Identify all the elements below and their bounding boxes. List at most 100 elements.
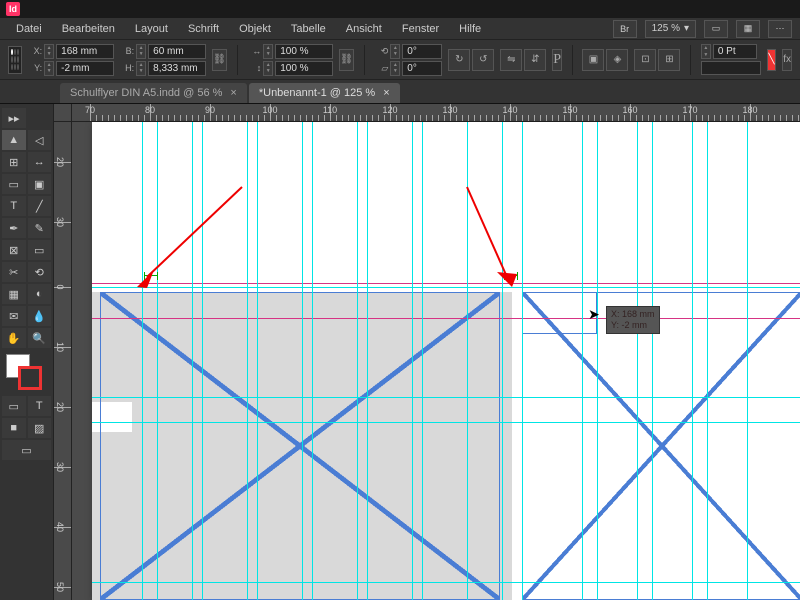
guide[interactable] — [247, 122, 248, 600]
x-spinner[interactable]: ▲▼ — [44, 44, 54, 59]
fill-frame-icon[interactable]: ⊞ — [658, 49, 680, 71]
selected-frame[interactable] — [522, 292, 597, 334]
select-container-icon[interactable]: ▣ — [582, 49, 604, 71]
guide[interactable] — [92, 422, 800, 423]
guide[interactable] — [92, 397, 800, 398]
guide[interactable] — [692, 122, 693, 600]
guide[interactable] — [192, 122, 193, 600]
reference-point[interactable] — [8, 46, 22, 74]
ruler-horizontal[interactable]: 708090100110120130140150160170180 — [72, 104, 800, 122]
scissors-tool[interactable]: ✂ — [2, 262, 26, 282]
guide[interactable] — [467, 122, 468, 600]
guide[interactable] — [637, 122, 638, 600]
guide[interactable] — [522, 122, 523, 600]
type-tool[interactable]: T — [2, 196, 26, 216]
apply-none-icon[interactable]: ╲ — [767, 49, 776, 71]
flip-h-icon[interactable]: ⇋ — [500, 49, 522, 71]
ruler-origin[interactable] — [54, 104, 72, 122]
x-field[interactable] — [56, 44, 114, 59]
w-field[interactable] — [148, 44, 206, 59]
content-placer-tool[interactable]: ▣ — [28, 174, 52, 194]
format-text-icon[interactable]: T — [28, 396, 52, 416]
zoom-tool[interactable]: 🔍 — [28, 328, 52, 348]
close-icon[interactable]: × — [383, 87, 389, 99]
select-content-icon[interactable]: ◈ — [606, 49, 628, 71]
page[interactable] — [92, 122, 800, 600]
zoom-select[interactable]: 125 %▾ — [645, 20, 696, 38]
effects-icon[interactable]: fx — [782, 49, 792, 71]
menu-layout[interactable]: Layout — [127, 21, 176, 37]
guide[interactable] — [302, 122, 303, 600]
workspace-button[interactable]: ⋯ — [768, 20, 792, 38]
w-spinner[interactable]: ▲▼ — [136, 44, 146, 59]
menu-ansicht[interactable]: Ansicht — [338, 21, 390, 37]
guide[interactable] — [367, 122, 368, 600]
scaley-field[interactable] — [275, 61, 333, 76]
guide[interactable] — [92, 287, 800, 288]
guide[interactable] — [202, 122, 203, 600]
canvas[interactable]: 708090100110120130140150160170180 203001… — [54, 104, 800, 600]
guide[interactable] — [422, 122, 423, 600]
y-spinner[interactable]: ▲▼ — [44, 61, 54, 76]
text-frame[interactable] — [100, 292, 500, 600]
guide[interactable] — [157, 122, 158, 600]
expand-icon[interactable]: ▸▸ — [2, 108, 26, 128]
gradient-swatch-tool[interactable]: ▦ — [2, 284, 26, 304]
h-spinner[interactable]: ▲▼ — [136, 61, 146, 76]
eyedropper-tool[interactable]: 💧 — [28, 306, 52, 326]
h-field[interactable] — [148, 61, 206, 76]
text-frame[interactable] — [522, 292, 800, 600]
note-tool[interactable]: ✉ — [2, 306, 26, 326]
line-tool[interactable]: ╱ — [28, 196, 52, 216]
close-icon[interactable]: × — [230, 87, 236, 99]
shear-field[interactable] — [402, 61, 442, 76]
fit-content-icon[interactable]: ⊡ — [634, 49, 656, 71]
direct-selection-tool[interactable]: ◁ — [28, 130, 52, 150]
apply-gradient-icon[interactable]: ▨ — [28, 418, 52, 438]
guide[interactable] — [582, 122, 583, 600]
constrain-icon[interactable]: ⛓ — [212, 49, 227, 71]
document-tab[interactable]: *Unbenannt-1 @ 125 %× — [249, 83, 400, 103]
guide[interactable] — [312, 122, 313, 600]
scalex-field[interactable] — [275, 44, 333, 59]
menu-objekt[interactable]: Objekt — [231, 21, 279, 37]
menu-fenster[interactable]: Fenster — [394, 21, 447, 37]
ruler-vertical[interactable]: 203001020304050 — [54, 122, 72, 600]
flip-v-icon[interactable]: ⇵ — [524, 49, 546, 71]
viewport[interactable]: ➤ X: 168 mmY: -2 mm — [72, 122, 800, 600]
screen-mode-button[interactable]: ▭ — [704, 20, 728, 38]
menu-datei[interactable]: Datei — [8, 21, 50, 37]
rectangle-tool[interactable]: ▭ — [28, 240, 52, 260]
gap-tool[interactable]: ↔ — [28, 152, 52, 172]
rectangle-frame-tool[interactable]: ⊠ — [2, 240, 26, 260]
guide[interactable] — [502, 122, 503, 600]
menu-schrift[interactable]: Schrift — [180, 21, 227, 37]
stroke-style[interactable] — [701, 61, 761, 75]
rotate-ccw-icon[interactable]: ↺ — [472, 49, 494, 71]
pencil-tool[interactable]: ✎ — [28, 218, 52, 238]
view-mode-icon[interactable]: ▭ — [2, 440, 51, 460]
stroke-field[interactable] — [713, 44, 757, 59]
hand-tool[interactable]: ✋ — [2, 328, 26, 348]
rotate-field[interactable] — [402, 44, 442, 59]
y-field[interactable] — [56, 61, 114, 76]
pen-tool[interactable]: ✒ — [2, 218, 26, 238]
guide[interactable] — [357, 122, 358, 600]
bridge-button[interactable]: Br — [613, 20, 637, 38]
guide[interactable] — [707, 122, 708, 600]
arrange-button[interactable]: ▦ — [736, 20, 760, 38]
document-tab[interactable]: Schulflyer DIN A5.indd @ 56 %× — [60, 83, 247, 103]
guide[interactable] — [412, 122, 413, 600]
rotate-cw-icon[interactable]: ↻ — [448, 49, 470, 71]
page-tool[interactable]: ⊞ — [2, 152, 26, 172]
guide[interactable] — [597, 122, 598, 600]
selection-tool[interactable]: ▲ — [2, 130, 26, 150]
guide[interactable] — [92, 582, 800, 583]
menu-hilfe[interactable]: Hilfe — [451, 21, 489, 37]
menu-bearbeiten[interactable]: Bearbeiten — [54, 21, 123, 37]
content-collector-tool[interactable]: ▭ — [2, 174, 26, 194]
constrain-scale-icon[interactable]: ⛓ — [339, 49, 354, 71]
guide[interactable] — [652, 122, 653, 600]
guide[interactable] — [142, 122, 143, 600]
format-container-icon[interactable]: ▭ — [2, 396, 26, 416]
